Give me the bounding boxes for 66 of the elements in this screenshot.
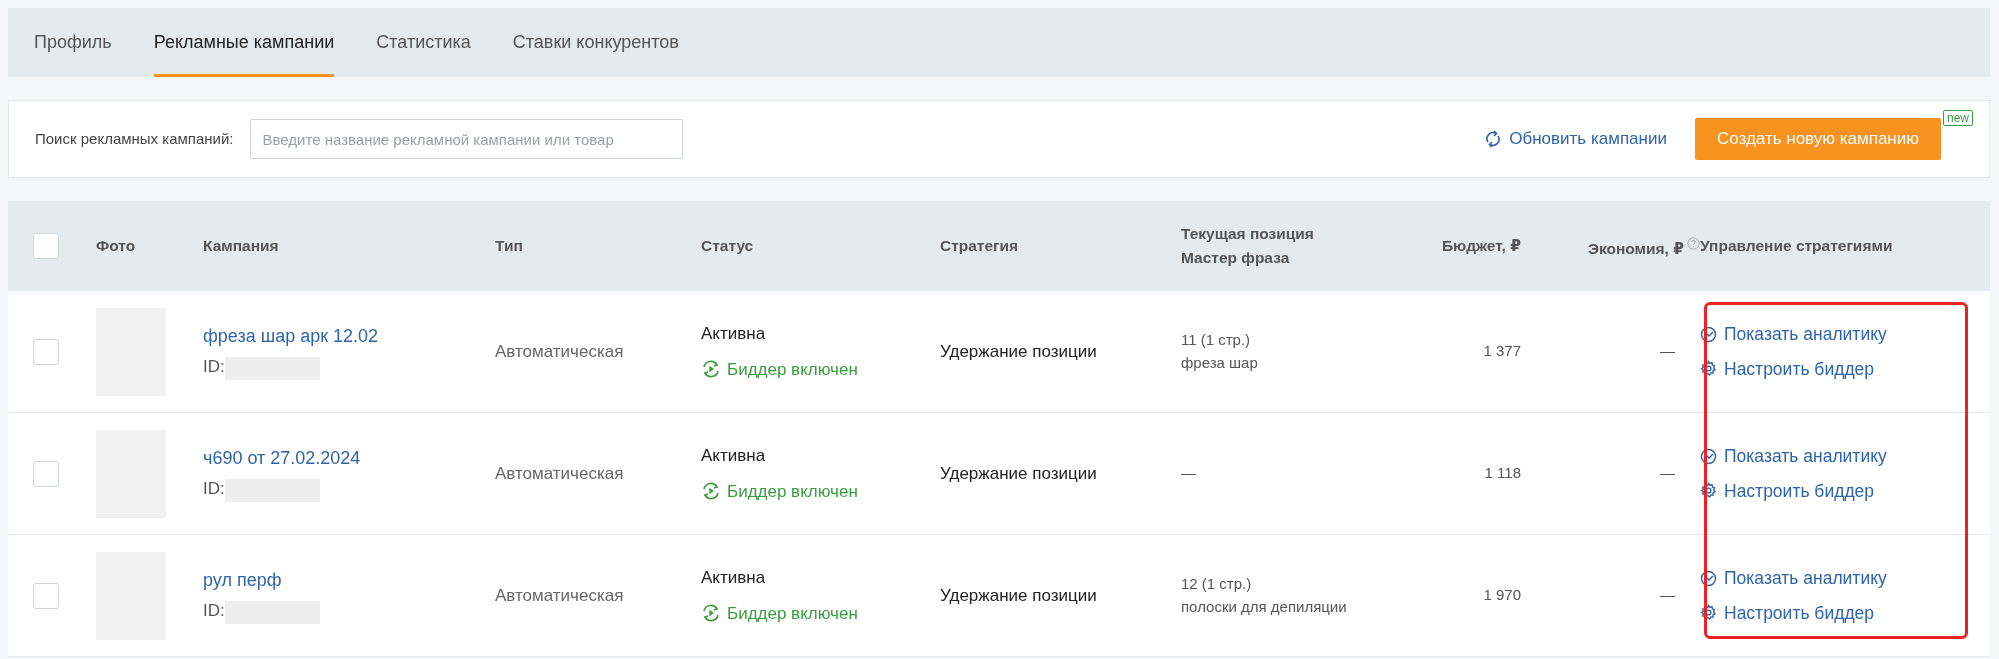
column-header: Статус [701,237,754,254]
column-header: Управление стратегиями [1700,237,1893,254]
budget-value: 1 377 [1483,342,1521,360]
refresh-icon [1485,129,1502,149]
column-header: Тип [495,237,523,254]
id-label: ID: [203,479,225,499]
strategy-text: Удержание позиции [940,463,1097,483]
id-label: ID: [203,601,225,621]
campaign-link[interactable]: фреза шар арк 12.02 [203,323,495,351]
master-phrase: полоски для депиляции [1181,596,1348,617]
row-checkbox[interactable] [33,582,59,609]
id-label: ID: [203,357,225,377]
row-checkbox[interactable] [33,338,59,365]
position-text: 12 (1 стр.) [1181,574,1253,594]
search-field[interactable]: Введите название рекламной кампании или товар [249,119,683,159]
campaign-type: Автоматическая [495,585,624,605]
column-header: Стратегия [940,237,1019,254]
strategy-text: Удержание позиции [940,341,1097,361]
bidder-status: Биддер включен [701,356,940,382]
new-badge: new [1943,110,1973,126]
play-cycle-icon [701,359,721,380]
position-text: — [1181,463,1197,484]
select-all-checkbox[interactable] [33,233,59,259]
play-cycle-icon [701,481,721,502]
chart-icon [1700,447,1717,465]
refresh-link[interactable]: Обновить кампании [1485,126,1667,152]
campaign-type: Автоматическая [495,463,624,483]
settings-icon [1700,604,1717,622]
column-header: Фото [96,237,136,254]
row-checkbox[interactable] [33,460,59,487]
show-analytics-link[interactable]: Показать аналитику [1700,443,1990,470]
column-header: Экономия, ₽ [1587,240,1684,258]
economy-value: — [1660,586,1675,604]
show-analytics-link[interactable]: Показать аналитику [1700,321,1990,348]
master-phrase: фреза шар [1181,352,1259,373]
position-text: 11 (1 стр.) [1181,330,1252,350]
chart-icon [1700,325,1717,343]
column-header: Кампания [203,237,279,254]
configure-bidder-link[interactable]: Настроить биддер [1700,477,1990,504]
campaign-type: Автоматическая [495,341,624,361]
economy-value: — [1660,464,1675,482]
strategy-text: Удержание позиции [940,585,1097,605]
configure-bidder-link[interactable]: Настроить биддер [1700,599,1990,626]
status-text: Активна [701,323,767,345]
column-header: Бюджет, ₽ [1441,237,1521,254]
tab[interactable]: Рекламные кампании [153,8,335,77]
bidder-status: Биддер включен [701,600,940,626]
column-header: Текущая позиция Мастер фраза [1181,225,1314,266]
status-text: Активна [701,567,767,589]
status-text: Активна [701,445,767,467]
campaign-link[interactable]: ч690 от 27.02.2024 [203,445,495,473]
economy-value: — [1660,342,1675,360]
settings-icon [1700,360,1717,378]
budget-value: 1 118 [1484,464,1521,482]
search-label: Поиск рекламных кампаний: [35,128,234,149]
campaign-link[interactable]: рул перф [203,567,495,595]
tab[interactable]: Ставки конкурентов [512,8,679,77]
budget-value: 1 970 [1483,586,1521,604]
show-analytics-link[interactable]: Показать аналитику [1700,565,1990,592]
chart-icon [1700,569,1717,587]
settings-icon [1700,482,1717,500]
tab[interactable]: Статистика [376,8,471,77]
tab[interactable]: Профиль [34,8,112,77]
configure-bidder-link[interactable]: Настроить биддер [1700,355,1990,382]
bidder-status: Биддер включен [701,478,940,504]
play-cycle-icon [701,603,721,624]
